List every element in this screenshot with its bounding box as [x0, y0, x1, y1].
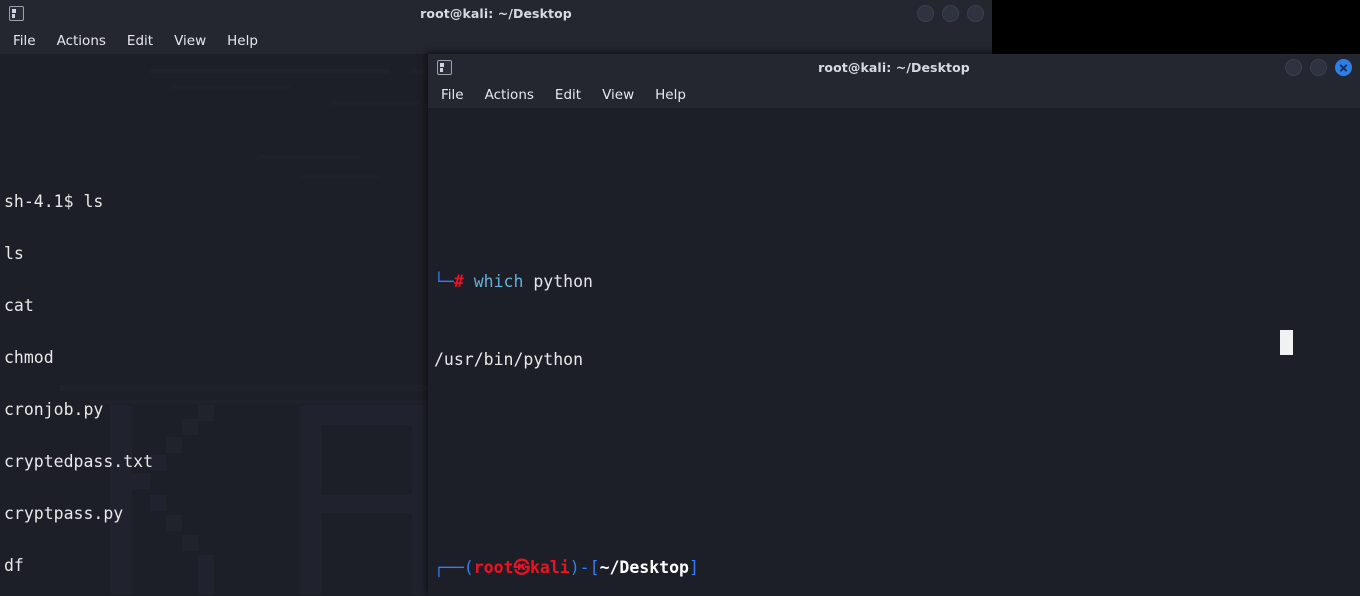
- prompt-corner: ┌──(: [434, 558, 474, 577]
- foreground-window-buttons[interactable]: [1285, 59, 1352, 76]
- foreground-terminal-window[interactable]: root@kali: ~/Desktop File Actions Edit V…: [428, 54, 1360, 596]
- desktop: root@kali: ~/Desktop File Actions Edit V…: [0, 0, 1360, 596]
- prompt-host: kali: [530, 558, 570, 577]
- terminal-icon: [437, 60, 452, 75]
- maximize-button[interactable]: [942, 5, 959, 22]
- background-window-titlebar[interactable]: root@kali: ~/Desktop: [0, 0, 992, 27]
- terminal-icon: [9, 6, 24, 21]
- menu-view[interactable]: View: [602, 87, 634, 103]
- kali-dragon-icon: ㉿: [513, 558, 531, 577]
- menu-help[interactable]: Help: [227, 33, 258, 49]
- prompt-user: root: [473, 558, 514, 577]
- maximize-button[interactable]: [1310, 59, 1327, 76]
- command-args: python: [523, 272, 593, 291]
- background-window-title: root@kali: ~/Desktop: [420, 6, 572, 21]
- menu-view[interactable]: View: [174, 33, 206, 49]
- foreground-terminal-body[interactable]: └─# which python /usr/bin/python ┌──(roo…: [428, 109, 1360, 596]
- minimize-button[interactable]: [917, 5, 934, 22]
- menu-file[interactable]: File: [13, 33, 36, 49]
- menu-actions[interactable]: Actions: [57, 33, 106, 49]
- menu-edit[interactable]: Edit: [127, 33, 153, 49]
- prompt-corner: └─: [434, 272, 454, 291]
- minimize-button[interactable]: [1285, 59, 1302, 76]
- terminal-prompt-line: ┌──(root㉿kali)-[~/Desktop]: [434, 558, 699, 577]
- menu-file[interactable]: File: [441, 87, 464, 103]
- prompt-hash: #: [453, 272, 464, 291]
- prompt-path: ~/Desktop: [599, 558, 689, 577]
- terminal-output-line: /usr/bin/python: [434, 350, 584, 369]
- foreground-window-titlebar[interactable]: root@kali: ~/Desktop: [428, 54, 1360, 81]
- background-window-menubar[interactable]: File Actions Edit View Help: [0, 27, 992, 55]
- menu-edit[interactable]: Edit: [555, 87, 581, 103]
- secondary-text-cursor: [1280, 330, 1293, 355]
- foreground-window-menubar[interactable]: File Actions Edit View Help: [428, 81, 1360, 109]
- menu-actions[interactable]: Actions: [485, 87, 534, 103]
- foreground-window-title: root@kali: ~/Desktop: [818, 60, 970, 75]
- foreground-terminal-output: └─# which python /usr/bin/python ┌──(roo…: [434, 165, 1360, 596]
- terminal-prompt-line: └─# which python: [434, 269, 1360, 295]
- background-window-buttons[interactable]: [917, 5, 984, 22]
- close-button[interactable]: [967, 5, 984, 22]
- menu-help[interactable]: Help: [655, 87, 686, 103]
- command-name: which: [473, 272, 524, 291]
- close-button[interactable]: [1335, 59, 1352, 76]
